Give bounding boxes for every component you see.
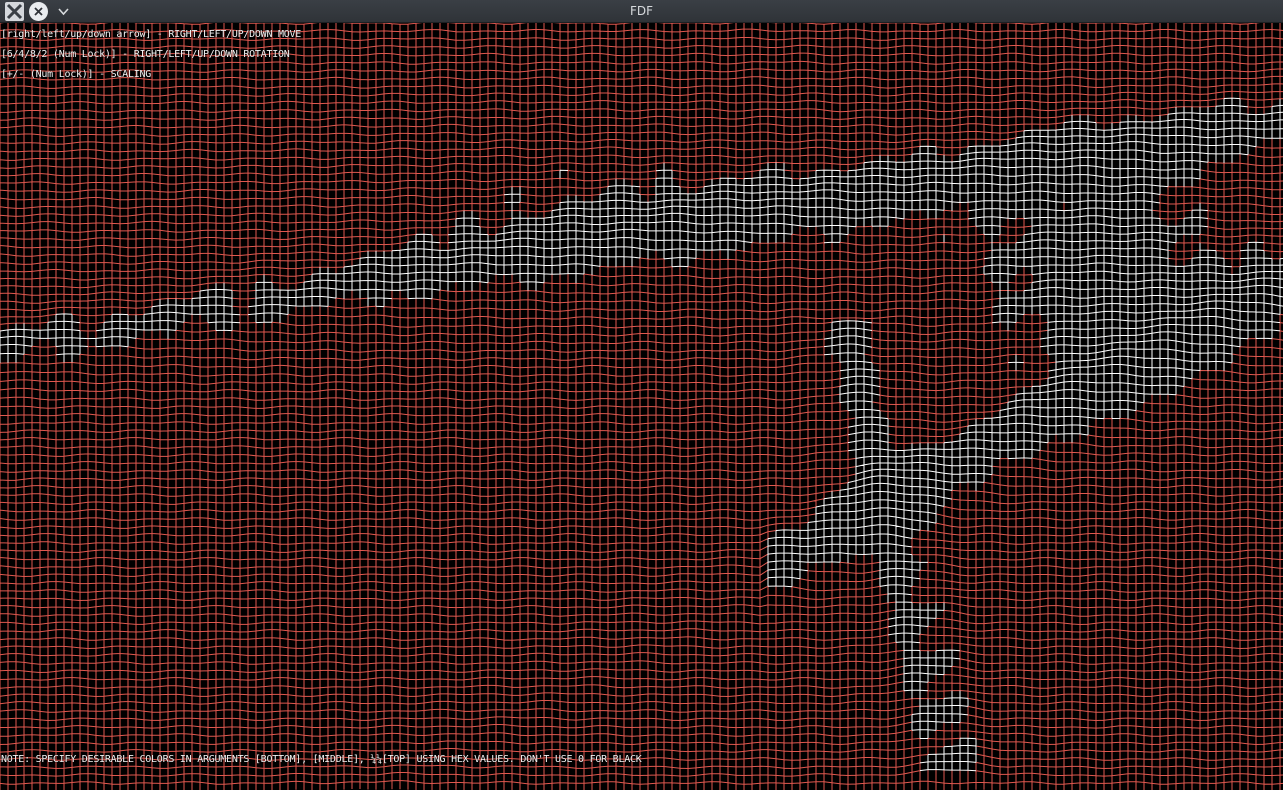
help-scaling-text: [+/- (Num Lock)] - SCALING — [1, 69, 152, 80]
fdf-window: FDF [right/left/up/down arrow] - RIGHT/L… — [0, 0, 1283, 790]
chevron-down-icon[interactable] — [55, 3, 72, 20]
title-bar[interactable]: FDF — [0, 0, 1283, 23]
help-colors-note: NOTE: SPECIFY DESIRABLE COLORS IN ARGUME… — [1, 754, 642, 765]
wireframe-terrain-mesh — [0, 23, 1283, 790]
window-title: FDF — [629, 4, 654, 18]
help-move-text: [right/left/up/down arrow] - RIGHT/LEFT/… — [1, 29, 302, 40]
close-icon[interactable] — [29, 2, 48, 21]
help-rotation-text: [6/4/8/2 (Num Lock)] - RIGHT/LEFT/UP/DOW… — [1, 49, 290, 60]
fdf-render-canvas[interactable]: [right/left/up/down arrow] - RIGHT/LEFT/… — [0, 23, 1283, 790]
x11-app-icon[interactable] — [5, 2, 24, 21]
mesh-low-elevation-lines — [0, 23, 1283, 790]
